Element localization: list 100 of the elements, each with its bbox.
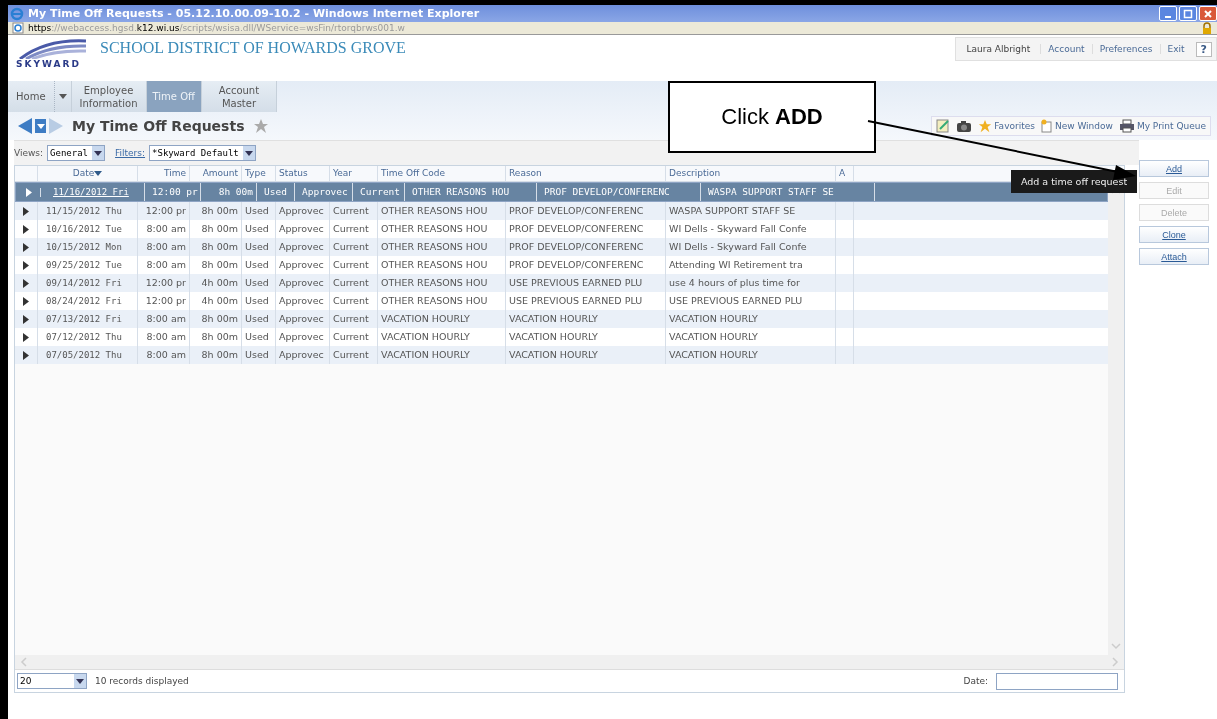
notepad-icon[interactable]	[936, 119, 951, 133]
date-link[interactable]: 10/15/2012 Mon	[46, 242, 122, 252]
table-cell: Current	[333, 259, 369, 270]
nav-tab[interactable]: Employee Information	[71, 81, 147, 112]
header-link[interactable]: Exit	[1159, 44, 1192, 54]
table-cell: VACATION HOURLY	[669, 331, 758, 342]
table-cell: Attending WI Retirement tra	[669, 259, 803, 270]
page-size-dropdown[interactable]: 20	[17, 673, 87, 689]
table-cell: PROF DEVELOP/CONFERENC	[544, 186, 670, 197]
back-icon[interactable]	[18, 118, 32, 134]
star-icon[interactable]	[253, 118, 270, 134]
table-cell: 8:00 am	[146, 259, 186, 270]
table-cell: OTHER REASONS HOU	[381, 277, 488, 288]
table-cell: Used	[245, 205, 269, 216]
table-cell: Used	[245, 241, 269, 252]
close-button[interactable]	[1199, 6, 1217, 21]
date-link[interactable]: 11/16/2012 Fri	[53, 187, 129, 197]
date-link[interactable]: 09/25/2012 Tue	[46, 260, 122, 270]
table-cell: WASPA SUPPORT STAFF SE	[708, 186, 834, 197]
column-header[interactable]: Amount	[190, 166, 242, 181]
column-header[interactable]: Status	[276, 166, 330, 181]
column-header[interactable]: Type	[242, 166, 276, 181]
filters-dropdown[interactable]: *Skyward Default	[149, 145, 256, 161]
table-cell: Current	[333, 241, 369, 252]
table-row[interactable]: 07/05/2012 Thu 8:00 am 8h 00m Used Approvec Current VACATION HOURLY VACATION HOURLY VACATION HOURLY	[15, 346, 1108, 364]
nav-tab[interactable]: Account Master	[201, 81, 277, 112]
date-link[interactable]: 09/14/2012 Fri	[46, 278, 122, 288]
page-title: My Time Off Requests	[72, 118, 245, 134]
table-cell: VACATION HOURLY	[381, 331, 470, 342]
table-cell: 8h 00m	[201, 205, 238, 216]
caret-icon	[94, 150, 103, 156]
lock-icon	[1201, 22, 1213, 34]
table-cell: 4h 00m	[201, 277, 238, 288]
table-cell: Current	[333, 295, 369, 306]
action-button[interactable]: Add	[1139, 160, 1209, 177]
column-header[interactable]: Reason	[506, 166, 666, 181]
minimize-icon	[1165, 15, 1171, 18]
column-header[interactable]: Description	[666, 166, 836, 181]
action-button[interactable]: Attach	[1139, 248, 1209, 265]
views-label: Views:	[14, 148, 44, 158]
table-row[interactable]: 07/13/2012 Fri 8:00 am 8h 00m Used Approvec Current VACATION HOURLY VACATION HOURLY VACATION HOURLY	[15, 310, 1108, 328]
column-header[interactable]: Time	[138, 166, 190, 181]
date-link[interactable]: 10/16/2012 Tue	[46, 224, 122, 234]
window-icon	[1040, 119, 1053, 133]
table-cell: Current	[333, 313, 369, 324]
column-header[interactable]: A	[836, 166, 854, 181]
filters-link[interactable]: Filters:	[115, 148, 146, 158]
table-row[interactable]: 10/16/2012 Tue 8:00 am 8h 00m Used Approvec Current OTHER REASONS HOU PROF DEVELOP/CONFERENC WI Dells - Skyward Fall Confe	[15, 220, 1108, 238]
window-title: My Time Off Requests - 05.12.10.00.09-10.2 - Windows Internet Explorer	[28, 7, 480, 20]
date-link[interactable]: 07/12/2012 Thu	[46, 332, 122, 342]
history-button[interactable]	[35, 119, 46, 133]
table-cell: WI Dells - Skyward Fall Confe	[669, 241, 807, 252]
table-cell: OTHER REASONS HOU	[381, 295, 488, 306]
header-link[interactable]: Preferences	[1091, 44, 1160, 54]
table-row[interactable]: 09/25/2012 Tue 8:00 am 8h 00m Used Approvec Current OTHER REASONS HOU PROF DEVELOP/CONFERENC Attending WI Retirement tra	[15, 256, 1108, 274]
header-link[interactable]: Account	[1040, 44, 1092, 54]
printer-icon	[1118, 119, 1135, 133]
new-window-link[interactable]: New Window	[1040, 119, 1113, 133]
table-cell: VACATION HOURLY	[509, 349, 598, 360]
minimize-button[interactable]	[1159, 6, 1177, 21]
table-row[interactable]: 07/12/2012 Thu 8:00 am 8h 00m Used Approvec Current VACATION HOURLY VACATION HOURLY VACATION HOURLY	[15, 328, 1108, 346]
date-link[interactable]: 11/15/2012 Thu	[46, 206, 122, 216]
table-row[interactable]: 10/15/2012 Mon 8:00 am 8h 00m Used Approvec Current OTHER REASONS HOU PROF DEVELOP/CONFERENC WI Dells - Skyward Fall Confe	[15, 238, 1108, 256]
date-link[interactable]: 08/24/2012 Fri	[46, 296, 122, 306]
print-queue-link[interactable]: My Print Queue	[1118, 119, 1206, 133]
table-row[interactable]: 08/24/2012 Fri 12:00 pr 4h 00m Used Approvec Current OTHER REASONS HOU USE PREVIOUS EARNED PLU USE PREVIOUS EARNED PLU	[15, 292, 1108, 310]
maximize-button[interactable]	[1179, 6, 1197, 21]
table-cell: Current	[333, 223, 369, 234]
caret-icon	[36, 123, 45, 129]
close-icon	[1203, 8, 1213, 19]
table-cell: 8:00 am	[146, 349, 186, 360]
date-link[interactable]: 07/13/2012 Fri	[46, 314, 122, 324]
views-dropdown[interactable]: General	[47, 145, 106, 161]
camera-icon[interactable]	[956, 119, 973, 133]
help-button[interactable]: ?	[1195, 41, 1212, 57]
table-cell: Used	[245, 349, 269, 360]
table-cell: Used	[245, 223, 269, 234]
action-button[interactable]: Clone	[1139, 226, 1209, 243]
table-cell: 8:00 am	[146, 313, 186, 324]
records-count: 10 records displayed	[95, 676, 189, 686]
table-cell: use 4 hours of plus time for	[669, 277, 800, 288]
table-cell: Current	[360, 186, 401, 197]
column-header[interactable]: Year	[330, 166, 378, 181]
table-cell: Approvec	[279, 349, 324, 360]
sort-icon	[94, 171, 103, 176]
table-cell: 8h 00m	[201, 241, 238, 252]
table-cell: 8h 00m	[201, 259, 238, 270]
date-field[interactable]	[996, 672, 1118, 690]
callout-text: Click ADD	[721, 104, 823, 130]
column-header[interactable]: Time Off Code	[378, 166, 506, 181]
table-cell: 8:00 am	[146, 223, 186, 234]
table-cell: Approvec	[279, 205, 324, 216]
favorites-menu[interactable]: Favorites	[978, 119, 1035, 133]
nav-tab[interactable]: Home	[8, 81, 55, 112]
table-row[interactable]: 11/15/2012 Thu 12:00 pr 8h 00m Used Approvec Current OTHER REASONS HOU PROF DEVELOP/CONFERENC WASPA SUPPORT STAFF SE	[15, 202, 1108, 220]
table-cell: Used	[245, 295, 269, 306]
column-header[interactable]: Date	[38, 166, 138, 181]
date-link[interactable]: 07/05/2012 Thu	[46, 350, 122, 360]
table-row[interactable]: 09/14/2012 Fri 12:00 pr 4h 00m Used Approvec Current OTHER REASONS HOU USE PREVIOUS EARNED PLU use 4 hours of plus time for	[15, 274, 1108, 292]
table-cell: Current	[333, 349, 369, 360]
